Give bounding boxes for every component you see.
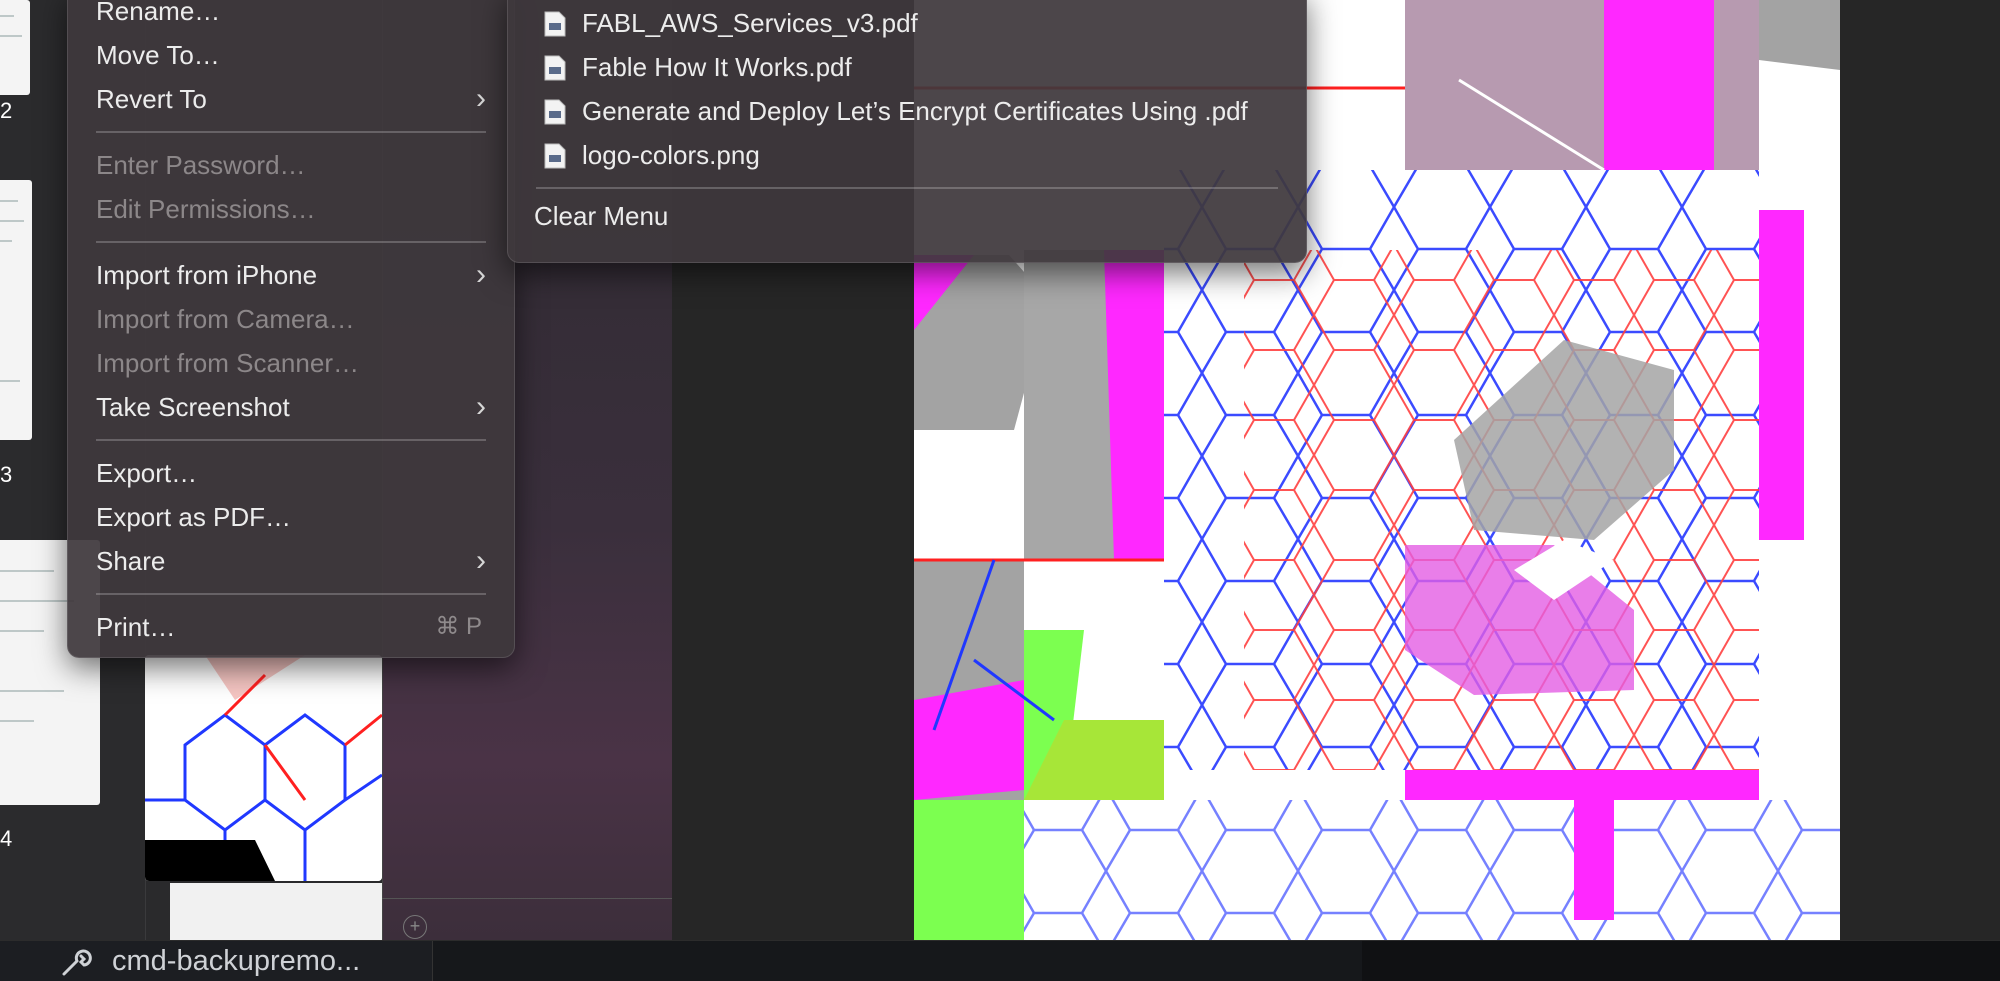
menu-item-label: Edit Permissions…	[96, 194, 316, 224]
menu-item-label: Import from iPhone	[96, 260, 318, 290]
recent-file-item[interactable]: Generate and Deploy Let’s Encrypt Certif…	[536, 91, 1278, 131]
menu-item-take-screenshot[interactable]: Take Screenshot ›	[96, 387, 486, 427]
menu-item-label: Move To…	[96, 40, 220, 70]
menu-separator	[536, 187, 1278, 189]
page-number: 3	[0, 462, 13, 487]
open-recent-submenu: FABL_AWS_Services_v3.pdf Fable How It Wo…	[507, 0, 1307, 263]
menu-item-label: Import from Camera…	[96, 304, 355, 334]
menu-separator	[96, 439, 486, 441]
chevron-right-icon: ›	[476, 390, 486, 423]
taskbar-tab[interactable]: cmd-backupremo...	[0, 941, 433, 981]
recent-file-item[interactable]: Fable How It Works.pdf	[536, 47, 1278, 87]
page-thumbnail[interactable]	[0, 180, 32, 440]
menu-item-import-from-scanner: Import from Scanner…	[96, 343, 486, 383]
menu-item-label: Export…	[96, 458, 198, 488]
recent-file-name: logo-colors.png	[582, 140, 760, 170]
page-number: 4	[0, 826, 13, 851]
chevron-right-icon: ›	[476, 82, 486, 115]
page-number: 2	[0, 98, 13, 123]
menu-item-import-from-camera: Import from Camera…	[96, 299, 486, 339]
clear-menu-item[interactable]: Clear Menu	[534, 196, 668, 236]
menu-item-revert-to[interactable]: Revert To ›	[96, 79, 486, 119]
image-document-icon	[544, 143, 566, 169]
pdf-document-icon	[544, 11, 566, 37]
menu-item-share[interactable]: Share ›	[96, 541, 486, 581]
menu-item-label: Revert To	[96, 84, 207, 114]
menu-item-import-from-iphone[interactable]: Import from iPhone ›	[96, 255, 486, 295]
pdf-document-icon	[544, 99, 566, 125]
chevron-right-icon: ›	[476, 258, 486, 291]
chevron-right-icon: ›	[476, 544, 486, 577]
menu-item-edit-permissions: Edit Permissions…	[96, 189, 486, 229]
recent-file-name: Fable How It Works.pdf	[582, 52, 852, 82]
image-thumbnail[interactable]	[145, 655, 382, 881]
menu-item-print[interactable]: Print… ⌘ P	[96, 607, 486, 647]
image-thumbnail[interactable]	[170, 883, 382, 940]
menu-item-export-as-pdf[interactable]: Export as PDF…	[96, 497, 486, 537]
hex-pattern-thumbnail-art	[145, 655, 382, 881]
menu-separator	[96, 131, 486, 133]
menu-item-label: Print…	[96, 612, 176, 642]
recent-file-item[interactable]: logo-colors.png	[536, 135, 1278, 175]
menu-item-label: Enter Password…	[96, 150, 306, 180]
recent-file-name: FABL_AWS_Services_v3.pdf	[582, 8, 918, 38]
menu-item-enter-password: Enter Password…	[96, 145, 486, 185]
pdf-document-icon	[544, 55, 566, 81]
menu-item-label: Share	[96, 546, 166, 576]
menu-item-export[interactable]: Export…	[96, 453, 486, 493]
recent-file-name: Generate and Deploy Let’s Encrypt Certif…	[582, 96, 1248, 126]
sidebar-divider	[382, 898, 672, 899]
menu-item-label: Export as PDF…	[96, 502, 292, 532]
menu-item-label: Rename…	[96, 0, 221, 26]
menu-separator	[96, 593, 486, 595]
taskbar-tab-label: cmd-backupremo...	[112, 945, 361, 977]
page-thumbnail[interactable]	[0, 0, 30, 95]
menu-item-move-to[interactable]: Move To…	[96, 35, 486, 75]
taskbar-right-area	[1362, 941, 2000, 981]
add-button[interactable]: +	[403, 915, 427, 939]
menu-item-rename[interactable]: Rename…	[96, 0, 486, 31]
keyboard-shortcut: ⌘ P	[435, 613, 482, 640]
menu-item-label: Take Screenshot	[96, 392, 290, 422]
taskbar: cmd-backupremo...	[0, 940, 2000, 981]
file-menu: Rename… Move To… Revert To › Enter Passwo…	[67, 0, 515, 658]
menu-separator	[96, 241, 486, 243]
menu-item-label: Import from Scanner…	[96, 348, 359, 378]
recent-file-item[interactable]: FABL_AWS_Services_v3.pdf	[536, 3, 1278, 43]
plus-icon: +	[409, 916, 421, 936]
wrench-icon	[62, 949, 92, 976]
window-background	[1840, 0, 2000, 955]
